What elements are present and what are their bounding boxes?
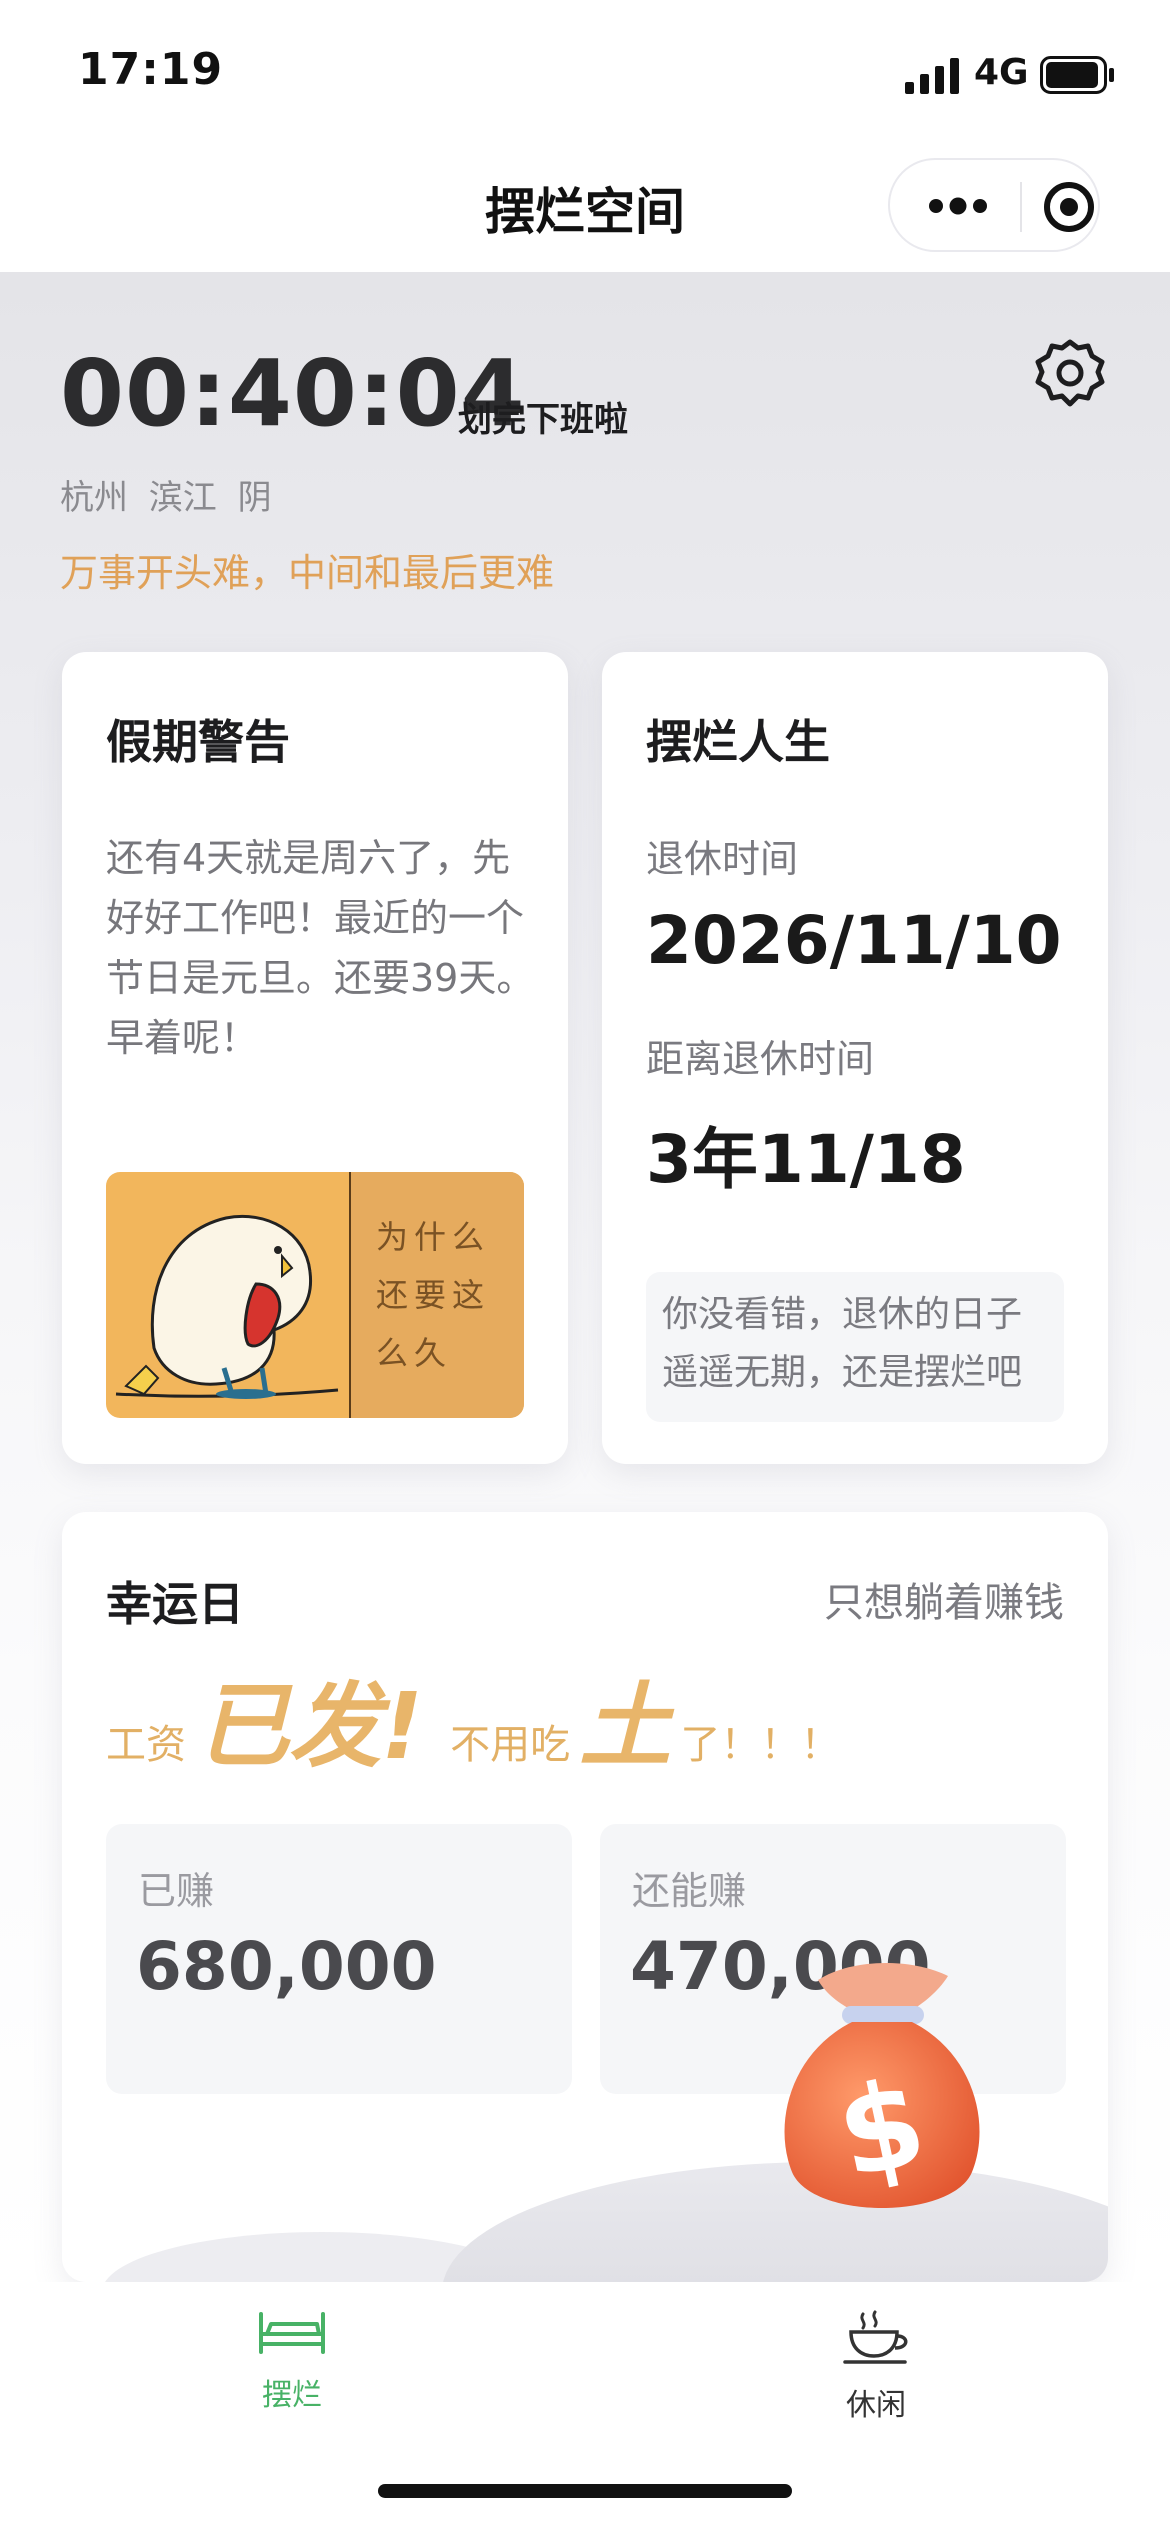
coffee-cup-icon xyxy=(843,2310,908,2364)
retire-note: 你没看错，退休的日子遥遥无期，还是摆烂吧 xyxy=(646,1272,1064,1422)
earned-value: 680,000 xyxy=(136,1928,437,2005)
network-label: 4G xyxy=(974,52,1029,93)
close-icon[interactable] xyxy=(1042,180,1096,234)
retire-date-value: 2026/11/10 xyxy=(646,902,1062,979)
lucky-subtitle: 只想躺着赚钱 xyxy=(824,1580,1064,1626)
motto-text: 万事开头难，中间和最后更难 xyxy=(60,551,555,595)
tab-bailan-label: 摆烂 xyxy=(262,2378,322,2413)
bed-icon xyxy=(259,2312,325,2354)
home-indicator xyxy=(378,2484,792,2498)
tab-xiuxian[interactable]: 休闲 xyxy=(776,2310,976,2440)
slogan-part-3: 了！！！ xyxy=(680,1722,841,1768)
more-icon[interactable] xyxy=(928,194,988,218)
slogan-big-2: 土 xyxy=(579,1673,672,1780)
lucky-day-card: 幸运日 只想躺着赚钱 工资 已发! 不用吃 土 了！！！ 已赚 680,000 … xyxy=(62,1512,1108,2282)
holiday-message: 还有4天就是周六了，先好好工作吧！最近的一个节日是元旦。还要39天。早着呢！ xyxy=(106,836,535,1060)
settings-icon[interactable] xyxy=(1032,336,1108,412)
money-bag-icon: $ xyxy=(784,1962,980,2208)
tab-xiuxian-label: 休闲 xyxy=(846,2388,906,2423)
retire-card-title: 摆烂人生 xyxy=(646,715,830,769)
battery-icon xyxy=(1040,56,1114,94)
status-time: 17:19 xyxy=(78,44,224,95)
signal-icon xyxy=(905,58,959,94)
slogan-part-1: 工资 xyxy=(106,1722,186,1768)
meme-image: 为什么还要这么久 xyxy=(106,1172,524,1418)
tab-bailan[interactable]: 摆烂 xyxy=(192,2310,392,2440)
holiday-card-title: 假期警告 xyxy=(106,715,290,769)
slogan-part-2: 不用吃 xyxy=(450,1722,571,1768)
earned-stat: 已赚 680,000 xyxy=(106,1824,572,2094)
retire-life-card: 摆烂人生 退休时间 2026/11/10 距离退休时间 3年11/18 你没看错… xyxy=(602,652,1108,1464)
slogan-big-1: 已发! xyxy=(197,1673,424,1780)
countdown-timer: 00:40:04 xyxy=(60,340,526,447)
salary-slogan: 工资 已发! 不用吃 土 了！！！ xyxy=(106,1652,840,1780)
timer-suffix: 划完下班啦 xyxy=(458,400,628,440)
lucky-card-title: 幸运日 xyxy=(106,1577,244,1631)
status-bar: 17:19 4G xyxy=(0,0,1170,150)
countdown-label: 距离退休时间 xyxy=(646,1037,875,1081)
capsule-divider xyxy=(1020,182,1022,232)
mini-program-capsule xyxy=(888,158,1100,252)
location-weather: 杭州 滨江 阴 xyxy=(60,478,272,518)
main-content: 00:40:04 划完下班啦 杭州 滨江 阴 万事开头难，中间和最后更难 假期警… xyxy=(0,272,1170,2282)
countdown-value: 3年11/18 xyxy=(646,1121,966,1198)
earned-label: 已赚 xyxy=(138,1869,215,1913)
nav-bar: 摆烂空间 xyxy=(0,150,1170,270)
holiday-warning-card: 假期警告 还有4天就是周六了，先好好工作吧！最近的一个节日是元旦。还要39天。早… xyxy=(62,652,568,1464)
remaining-label: 还能赚 xyxy=(632,1869,747,1913)
retire-date-label: 退休时间 xyxy=(646,837,799,881)
meme-caption: 为什么还要这么久 xyxy=(376,1218,491,1372)
